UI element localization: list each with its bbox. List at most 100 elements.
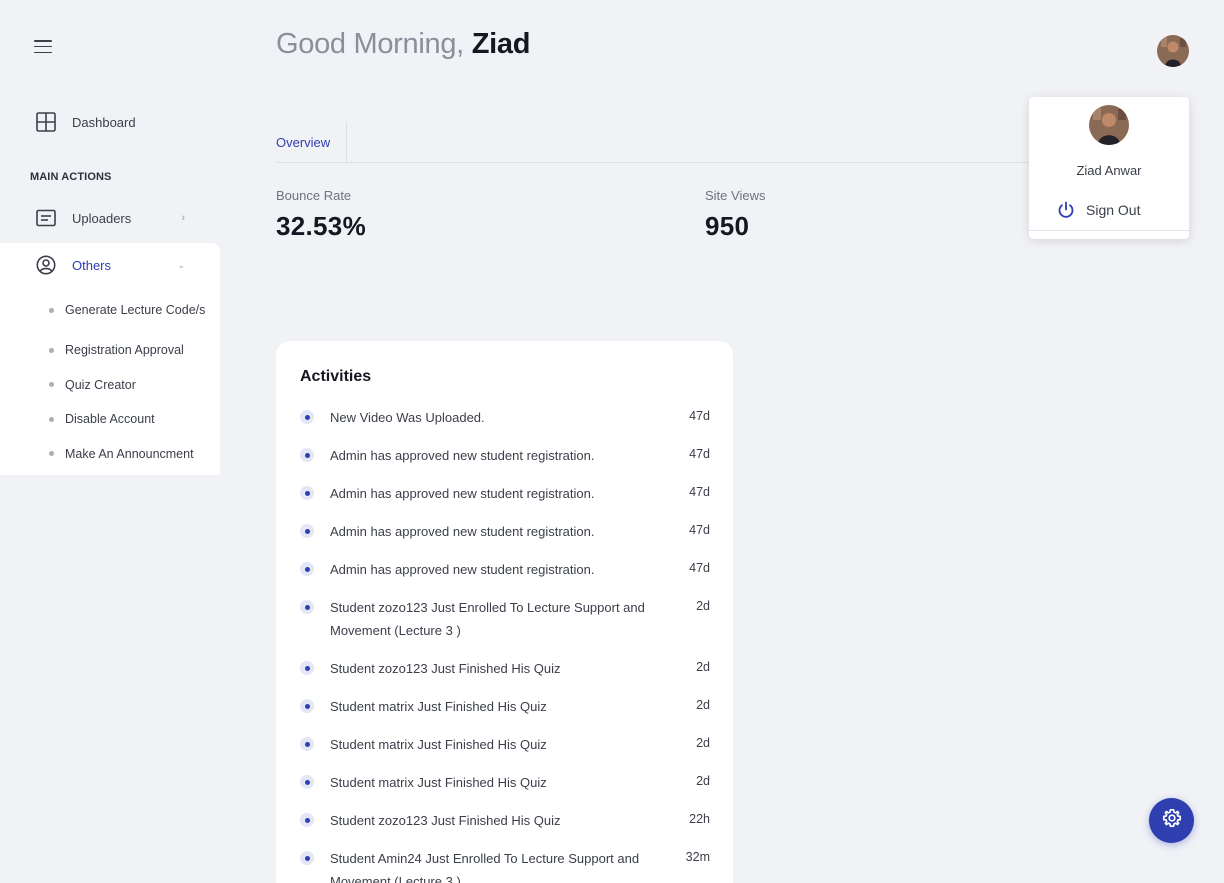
activity-time: 47d bbox=[689, 523, 710, 537]
stat-label: Bounce Rate bbox=[276, 188, 352, 203]
app-page: Dashboard MAIN ACTIONS Uploaders › Other… bbox=[0, 0, 1224, 883]
chevron-right-icon: › bbox=[181, 212, 185, 224]
document-icon bbox=[35, 207, 57, 229]
sidebar-item-uploaders[interactable]: Uploaders › bbox=[35, 207, 185, 229]
bullet-dot bbox=[300, 448, 314, 462]
bullet-dot bbox=[300, 775, 314, 789]
sidebar-item-label: Dashboard bbox=[72, 114, 136, 130]
activity-time: 47d bbox=[689, 447, 710, 461]
list-item: Admin has approved new student registrat… bbox=[300, 520, 710, 543]
sidebar-item-dashboard[interactable]: Dashboard bbox=[35, 111, 136, 133]
activity-text: Admin has approved new student registrat… bbox=[330, 524, 595, 539]
bullet-dot bbox=[300, 410, 314, 424]
submenu-item-announcement[interactable]: Make An Announcment bbox=[49, 437, 205, 472]
submenu-item-disable-account[interactable]: Disable Account bbox=[49, 402, 205, 437]
user-first-name: Ziad bbox=[471, 28, 531, 60]
activity-time: 22h bbox=[689, 812, 710, 826]
activity-time: 32m bbox=[685, 850, 710, 864]
activity-text: Student Amin24 Just Enrolled To Lecture … bbox=[330, 851, 640, 883]
submenu-item-label: Make An Announcment bbox=[65, 446, 194, 461]
chevron-down-icon: ⌄ bbox=[177, 259, 185, 270]
activity-time: 2d bbox=[696, 736, 710, 750]
sign-out-label: Sign Out bbox=[1086, 202, 1141, 218]
list-item: Student zozo123 Just Finished His Quiz 22… bbox=[300, 809, 710, 832]
grid-icon bbox=[35, 111, 57, 133]
user-dropdown: Ziad Anwar Sign Out bbox=[1029, 97, 1189, 239]
bullet-dot bbox=[49, 416, 54, 422]
divider bbox=[1029, 230, 1189, 231]
activity-time: 47d bbox=[689, 409, 710, 423]
activities-title: Activities bbox=[300, 368, 372, 385]
submenu-item-label: Disable Account bbox=[65, 412, 155, 427]
bullet-dot bbox=[300, 661, 314, 675]
stat-value: 950 bbox=[705, 211, 750, 241]
sidebar-others-panel: Others ⌄ Generate Lecture Code/s Registr… bbox=[0, 243, 220, 475]
tab-overview[interactable]: Overview bbox=[276, 122, 348, 162]
tab-bar: Overview bbox=[276, 122, 1036, 163]
bounce-rate-stat: Bounce Rate 32.53% bbox=[276, 188, 366, 242]
bullet-dot bbox=[300, 851, 314, 865]
activity-text: New Video Was Uploaded. bbox=[330, 410, 485, 425]
list-item: Student Amin24 Just Enrolled To Lecture … bbox=[300, 847, 710, 883]
activity-text: Admin has approved new student registrat… bbox=[330, 448, 595, 463]
list-item: Student zozo123 Just Finished His Quiz 2d bbox=[300, 657, 710, 680]
bullet-dot bbox=[49, 307, 54, 313]
list-item: Admin has approved new student registrat… bbox=[300, 558, 710, 581]
activity-text: Student matrix Just Finished His Quiz bbox=[330, 699, 547, 714]
submenu-item-label: Generate Lecture Code/s bbox=[65, 303, 206, 317]
sidebar-item-label: Others bbox=[72, 257, 112, 273]
user-circle-icon bbox=[35, 254, 57, 276]
site-views-stat: Site Views 950 bbox=[705, 188, 765, 242]
bullet-dot bbox=[49, 451, 54, 457]
activity-text: Student zozo123 Just Enrolled To Lecture… bbox=[330, 600, 645, 638]
activities-card: Activities New Video Was Uploaded. 47d Ad… bbox=[276, 341, 733, 883]
list-item: Student matrix Just Finished His Quiz 2d bbox=[300, 733, 710, 756]
sidebar-item-others[interactable]: Others ⌄ bbox=[35, 254, 185, 276]
list-item: New Video Was Uploaded. 47d bbox=[300, 406, 710, 429]
bullet-dot bbox=[49, 382, 54, 388]
greeting-text: Good Morning, bbox=[276, 28, 464, 60]
bullet-dot bbox=[49, 347, 54, 353]
bullet-dot bbox=[300, 562, 314, 576]
activity-time: 2d bbox=[696, 698, 710, 712]
power-icon bbox=[1057, 201, 1075, 219]
bullet-dot bbox=[300, 524, 314, 538]
activity-time: 2d bbox=[696, 599, 710, 613]
submenu-item-generate-codes[interactable]: Generate Lecture Code/s bbox=[49, 299, 205, 321]
activity-time: 47d bbox=[689, 561, 710, 575]
activities-list: New Video Was Uploaded. 47d Admin has app… bbox=[300, 406, 710, 883]
activity-time: 2d bbox=[696, 774, 710, 788]
bullet-dot bbox=[300, 486, 314, 500]
activity-text: Admin has approved new student registrat… bbox=[330, 486, 595, 501]
menu-toggle-icon[interactable] bbox=[34, 40, 52, 56]
bullet-dot bbox=[300, 600, 314, 614]
bullet-dot bbox=[300, 737, 314, 751]
stat-label: Site Views bbox=[705, 188, 766, 203]
sidebar-item-label: Uploaders bbox=[72, 210, 132, 226]
activity-text: Student zozo123 Just Finished His Quiz bbox=[330, 661, 561, 676]
list-item: Student matrix Just Finished His Quiz 2d bbox=[300, 771, 710, 794]
submenu-item-label: Registration Approval bbox=[65, 343, 184, 358]
submenu-item-quiz-creator[interactable]: Quiz Creator bbox=[49, 368, 205, 403]
activity-time: 2d bbox=[696, 660, 710, 674]
settings-button[interactable] bbox=[1149, 798, 1194, 843]
bullet-dot bbox=[300, 813, 314, 827]
gear-icon bbox=[1162, 808, 1182, 833]
list-item: Admin has approved new student registrat… bbox=[300, 482, 710, 505]
list-item: Student zozo123 Just Enrolled To Lecture… bbox=[300, 596, 710, 642]
sign-out-button[interactable]: Sign Out bbox=[1057, 201, 1140, 219]
activity-text: Admin has approved new student registrat… bbox=[330, 562, 595, 577]
activity-text: Student zozo123 Just Finished His Quiz bbox=[330, 813, 561, 828]
user-full-name: Ziad Anwar bbox=[1076, 163, 1142, 178]
list-item: Student matrix Just Finished His Quiz 2d bbox=[300, 695, 710, 718]
avatar bbox=[1089, 105, 1129, 145]
list-item: Admin has approved new student registrat… bbox=[300, 444, 710, 467]
activity-time: 47d bbox=[689, 485, 710, 499]
submenu-item-registration-approval[interactable]: Registration Approval bbox=[49, 333, 205, 368]
avatar[interactable] bbox=[1157, 35, 1189, 67]
page-title: Good Morning, Ziad bbox=[276, 28, 530, 61]
stat-value: 32.53% bbox=[276, 211, 366, 241]
submenu-item-label: Quiz Creator bbox=[65, 377, 136, 392]
bullet-dot bbox=[300, 699, 314, 713]
activity-text: Student matrix Just Finished His Quiz bbox=[330, 737, 547, 752]
